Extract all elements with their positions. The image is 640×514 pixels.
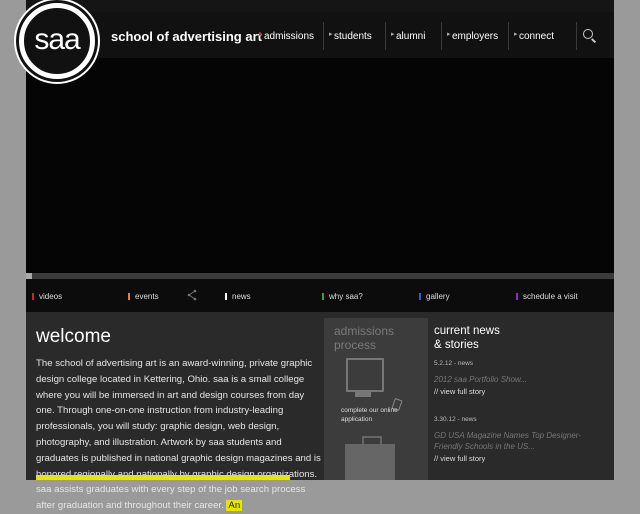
welcome-title: welcome xyxy=(36,326,111,347)
tab-label: news xyxy=(232,291,251,301)
news-date: 3.30.12 - news xyxy=(434,416,477,423)
nav-employers[interactable]: ▸ employers xyxy=(441,22,498,50)
welcome-body-text: The school of advertising art is an awar… xyxy=(36,358,321,512)
nav-divider xyxy=(576,22,577,50)
news-title-line2: & stories xyxy=(434,339,479,351)
tab-label: gallery xyxy=(426,291,450,301)
tab-events[interactable]: events xyxy=(128,291,159,301)
tab-news[interactable]: news xyxy=(225,291,251,301)
news-item: 5.2.12 - news 2012 saa Portfolio Show...… xyxy=(434,360,594,396)
tab-label: why saa? xyxy=(329,291,363,301)
tab-color-bar xyxy=(322,292,324,300)
nav-alumni[interactable]: ▸ alumni xyxy=(385,22,425,50)
welcome-highlight: An xyxy=(226,500,243,512)
tab-label: events xyxy=(135,291,159,301)
tab-color-bar xyxy=(225,292,227,300)
nav-label: admissions xyxy=(264,30,315,42)
tab-gallery[interactable]: gallery xyxy=(419,291,450,301)
hero-video-area[interactable] xyxy=(26,58,614,273)
admissions-title: admissions process xyxy=(334,324,394,352)
top-strip xyxy=(26,0,614,12)
search-icon[interactable] xyxy=(583,29,593,39)
nav-marker-icon: ▸ xyxy=(514,31,518,38)
saa-logo[interactable]: saa xyxy=(19,3,95,79)
nav-label: connect xyxy=(519,30,555,42)
highlight-bar xyxy=(36,475,290,480)
nav-connect[interactable]: ▸ connect xyxy=(508,22,554,50)
nav-label: alumni xyxy=(396,30,426,42)
tab-color-bar xyxy=(516,292,518,300)
news-title-line1: current news xyxy=(434,325,500,337)
tab-color-bar xyxy=(419,292,421,300)
view-full-story-link[interactable]: // view full story xyxy=(434,387,594,396)
nav-marker-icon: ▸ xyxy=(259,31,263,38)
nav-marker-icon: ▸ xyxy=(329,31,333,38)
tab-label: schedule a visit xyxy=(523,291,578,301)
nav-label: students xyxy=(334,30,372,42)
feature-tabs: videos events news why saa? gallery sche… xyxy=(26,285,614,307)
video-scrubber[interactable] xyxy=(26,273,614,279)
share-icon[interactable] xyxy=(187,289,197,301)
tab-color-bar xyxy=(128,292,130,300)
nav-students[interactable]: ▸ students xyxy=(323,22,372,50)
admissions-title-line2: process xyxy=(334,338,377,352)
admissions-title-line1: admissions xyxy=(334,324,395,338)
school-name: school of advertising art xyxy=(111,29,262,44)
welcome-body: The school of advertising art is an awar… xyxy=(36,356,322,514)
news-headline[interactable]: GD USA Magazine Names Top Designer-Frien… xyxy=(434,430,594,452)
welcome-section: welcome The school of advertising art is… xyxy=(36,326,322,514)
news-title: current news & stories xyxy=(434,324,594,352)
view-full-story-link[interactable]: // view full story xyxy=(434,454,594,463)
nav-admissions[interactable]: ▸ admissions xyxy=(254,22,314,50)
monitor-stand-icon xyxy=(355,392,371,397)
briefcase-icon[interactable] xyxy=(345,444,395,480)
monitor-icon[interactable] xyxy=(346,358,384,392)
nav-marker-icon: ▸ xyxy=(447,31,451,38)
news-date: 5.2.12 - news xyxy=(434,360,474,367)
online-application-link[interactable]: complete our online application xyxy=(341,406,411,424)
tab-schedule-a-visit[interactable]: schedule a visit xyxy=(516,291,578,301)
logo-text: saa xyxy=(34,22,80,56)
tab-label: videos xyxy=(39,291,63,301)
scrubber-handle[interactable] xyxy=(26,273,32,279)
tab-why-saa[interactable]: why saa? xyxy=(322,291,363,301)
tab-videos[interactable]: videos xyxy=(32,291,62,301)
news-section: current news & stories 5.2.12 - news 2012… xyxy=(434,324,594,463)
nav-label: employers xyxy=(452,30,499,42)
news-headline[interactable]: 2012 saa Portfolio Show... xyxy=(434,374,594,385)
tab-color-bar xyxy=(32,292,34,300)
nav-marker-icon: ▸ xyxy=(391,31,395,38)
news-item: 3.30.12 - news GD USA Magazine Names Top… xyxy=(434,416,594,463)
